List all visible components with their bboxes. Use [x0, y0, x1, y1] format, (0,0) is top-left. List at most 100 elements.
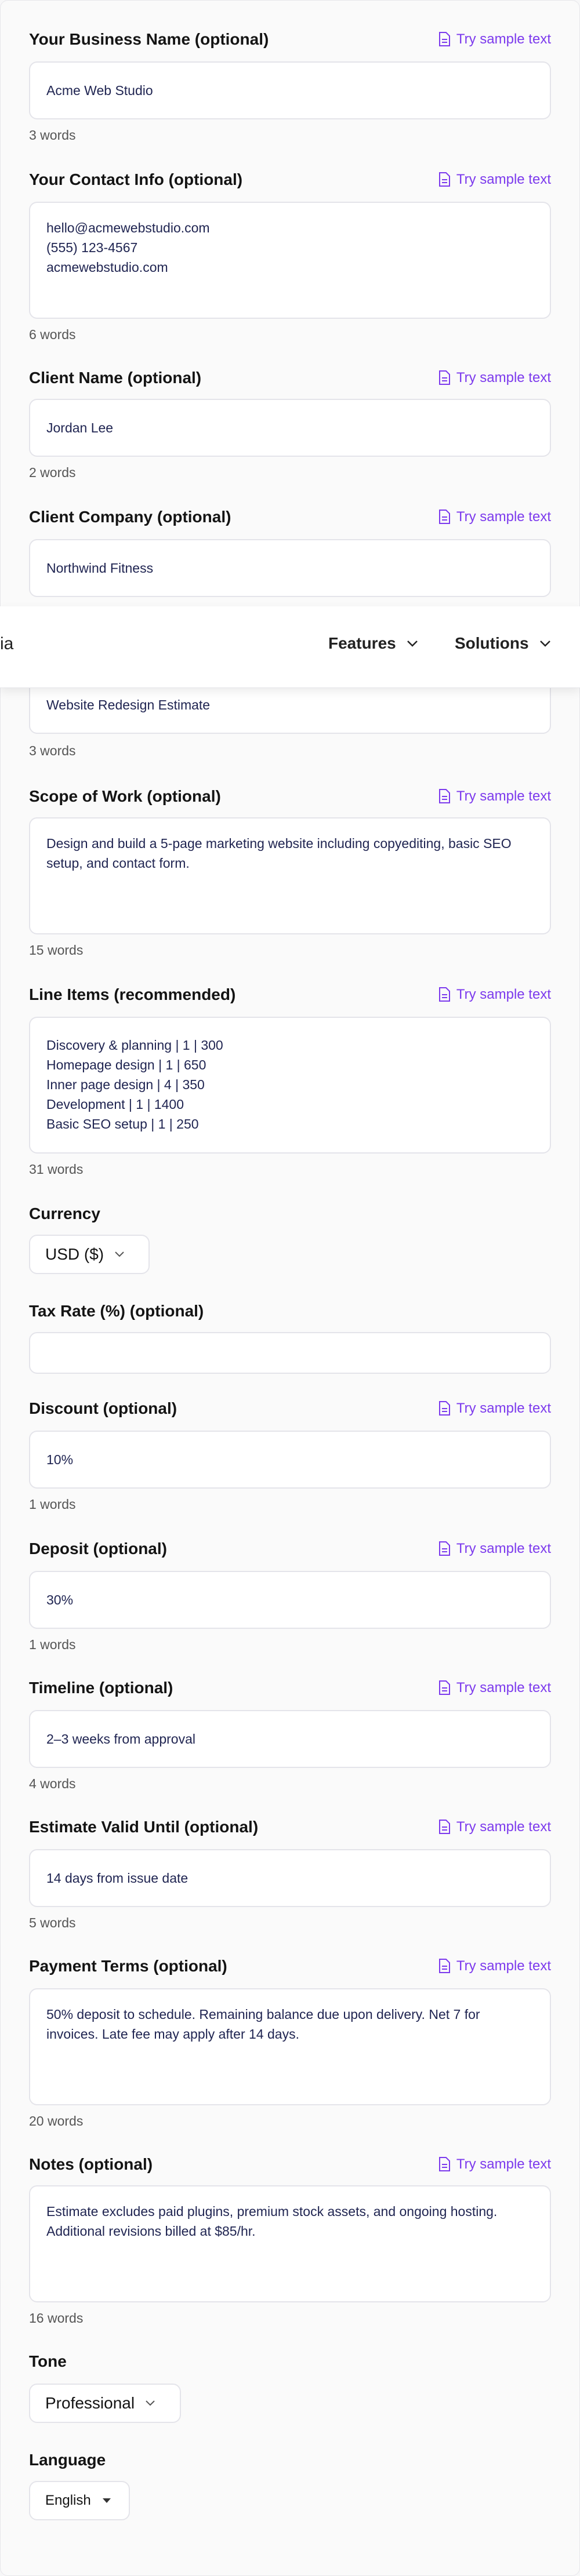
line-items-word-count: 31 words [29, 1162, 84, 1177]
payment-terms-textarea[interactable]: 50% deposit to schedule. Remaining balan… [29, 1988, 551, 2105]
client-name-word-count: 2 words [29, 465, 76, 480]
try-sample-text-label: Try sample text [456, 509, 551, 525]
document-icon [438, 370, 450, 385]
try-sample-text-button[interactable]: Try sample text [438, 987, 551, 1003]
nav-solutions[interactable]: Solutions [455, 634, 551, 653]
nav-features[interactable]: Features [328, 634, 418, 653]
caret-down-icon [102, 2498, 111, 2503]
currency-value: USD ($) [45, 1245, 104, 1263]
document-icon [438, 2157, 450, 2171]
timeline-label-row: Timeline (optional) Try sample text [29, 1678, 551, 1698]
try-sample-text-button[interactable]: Try sample text [438, 2156, 551, 2173]
business-name-label-row: Your Business Name (optional) Try sample… [29, 29, 551, 50]
client-name-label: Client Name (optional) [29, 369, 202, 387]
client-company-input[interactable]: Northwind Fitness [29, 539, 551, 597]
timeline-input[interactable]: 2–3 weeks from approval [29, 1710, 551, 1768]
client-name-input[interactable]: Jordan Lee [29, 399, 551, 457]
document-icon [438, 987, 450, 1002]
currency-select[interactable]: USD ($) [29, 1235, 150, 1274]
try-sample-text-label: Try sample text [456, 2156, 551, 2172]
try-sample-text-button[interactable]: Try sample text [438, 31, 551, 48]
timeline-value: 2–3 weeks from approval [46, 1731, 195, 1747]
chevron-down-icon [146, 2400, 155, 2406]
business-name-word-count: 3 words [29, 128, 76, 143]
timeline-label: Timeline (optional) [29, 1679, 173, 1697]
payment-terms-label: Payment Terms (optional) [29, 1957, 227, 1975]
document-icon [438, 172, 450, 187]
valid-until-value: 14 days from issue date [46, 1871, 188, 1886]
scope-word-count: 15 words [29, 943, 84, 958]
client-name-label-row: Client Name (optional) Try sample text [29, 368, 551, 388]
valid-until-input[interactable]: 14 days from issue date [29, 1849, 551, 1907]
try-sample-text-button[interactable]: Try sample text [438, 1541, 551, 1557]
discount-input[interactable]: 10% [29, 1431, 551, 1489]
document-icon [438, 1541, 450, 1556]
notes-word-count: 16 words [29, 2311, 84, 2326]
tone-label-row: Tone [29, 2351, 551, 2372]
contact-info-textarea[interactable]: hello@acmewebstudio.com (555) 123-4567 a… [29, 202, 551, 319]
notes-value: Estimate excludes paid plugins, premium … [46, 2204, 501, 2239]
try-sample-text-button[interactable]: Try sample text [438, 1400, 551, 1417]
try-sample-text-button[interactable]: Try sample text [438, 1819, 551, 1835]
document-icon [438, 510, 450, 524]
logo-fragment[interactable]: ia [0, 634, 13, 654]
nav-solutions-label: Solutions [455, 634, 529, 652]
try-sample-text-button[interactable]: Try sample text [438, 1680, 551, 1696]
deposit-value: 30% [46, 1592, 74, 1607]
line-items-label: Line Items (recommended) [29, 985, 236, 1003]
deposit-label: Deposit (optional) [29, 1540, 167, 1558]
try-sample-text-button[interactable]: Try sample text [438, 788, 551, 805]
chevron-down-icon [407, 640, 418, 647]
notes-label-row: Notes (optional) Try sample text [29, 2154, 551, 2175]
scope-textarea[interactable]: Design and build a 5-page marketing webs… [29, 817, 551, 934]
chevron-down-icon [539, 640, 550, 647]
tone-value: Professional [45, 2394, 135, 2412]
line-items-label-row: Line Items (recommended) Try sample text [29, 984, 551, 1005]
line-items-value: Discovery & planning | 1 | 300 Homepage … [46, 1038, 223, 1131]
try-sample-text-button[interactable]: Try sample text [438, 1958, 551, 1974]
client-name-value: Jordan Lee [46, 420, 114, 435]
document-icon [438, 1401, 450, 1416]
top-navbar: ia Features Solutions [0, 606, 580, 688]
try-sample-text-label: Try sample text [456, 1541, 551, 1556]
tone-select[interactable]: Professional [29, 2384, 181, 2423]
deposit-input[interactable]: 30% [29, 1571, 551, 1629]
document-icon [438, 1680, 450, 1695]
notes-textarea[interactable]: Estimate excludes paid plugins, premium … [29, 2185, 551, 2302]
project-title-value: Website Redesign Estimate [46, 697, 211, 712]
try-sample-text-label: Try sample text [456, 1680, 551, 1695]
contact-info-word-count: 6 words [29, 327, 76, 342]
deposit-label-row: Deposit (optional) Try sample text [29, 1538, 551, 1559]
deposit-word-count: 1 words [29, 1637, 76, 1652]
try-sample-text-button[interactable]: Try sample text [438, 509, 551, 525]
try-sample-text-button[interactable]: Try sample text [438, 370, 551, 386]
valid-until-label-row: Estimate Valid Until (optional) Try samp… [29, 1817, 551, 1838]
client-company-value: Northwind Fitness [46, 561, 154, 576]
tax-rate-label: Tax Rate (%) (optional) [29, 1302, 204, 1320]
business-name-input[interactable]: Acme Web Studio [29, 61, 551, 119]
client-company-label: Client Company (optional) [29, 508, 231, 526]
document-icon [438, 1959, 450, 1973]
scope-label: Scope of Work (optional) [29, 787, 221, 805]
client-company-label-row: Client Company (optional) Try sample tex… [29, 507, 551, 527]
try-sample-text-label: Try sample text [456, 1958, 551, 1974]
line-items-textarea[interactable]: Discovery & planning | 1 | 300 Homepage … [29, 1017, 551, 1154]
currency-label-row: Currency [29, 1203, 551, 1224]
scope-label-row: Scope of Work (optional) Try sample text [29, 786, 551, 807]
chevron-down-icon [115, 1251, 124, 1257]
try-sample-text-label: Try sample text [456, 1400, 551, 1416]
tone-label: Tone [29, 2352, 67, 2370]
nav-features-label: Features [328, 634, 396, 652]
language-label-row: Language [29, 2450, 551, 2471]
try-sample-text-button[interactable]: Try sample text [438, 172, 551, 188]
try-sample-text-label: Try sample text [456, 172, 551, 187]
discount-label-row: Discount (optional) Try sample text [29, 1398, 551, 1419]
tax-rate-input[interactable] [29, 1332, 551, 1374]
language-select[interactable]: English [29, 2481, 130, 2520]
try-sample-text-label: Try sample text [456, 370, 551, 385]
valid-until-label: Estimate Valid Until (optional) [29, 1818, 259, 1836]
try-sample-text-label: Try sample text [456, 31, 551, 47]
business-name-label: Your Business Name (optional) [29, 30, 269, 48]
payment-terms-word-count: 20 words [29, 2113, 84, 2129]
contact-info-value: hello@acmewebstudio.com (555) 123-4567 a… [46, 220, 210, 275]
